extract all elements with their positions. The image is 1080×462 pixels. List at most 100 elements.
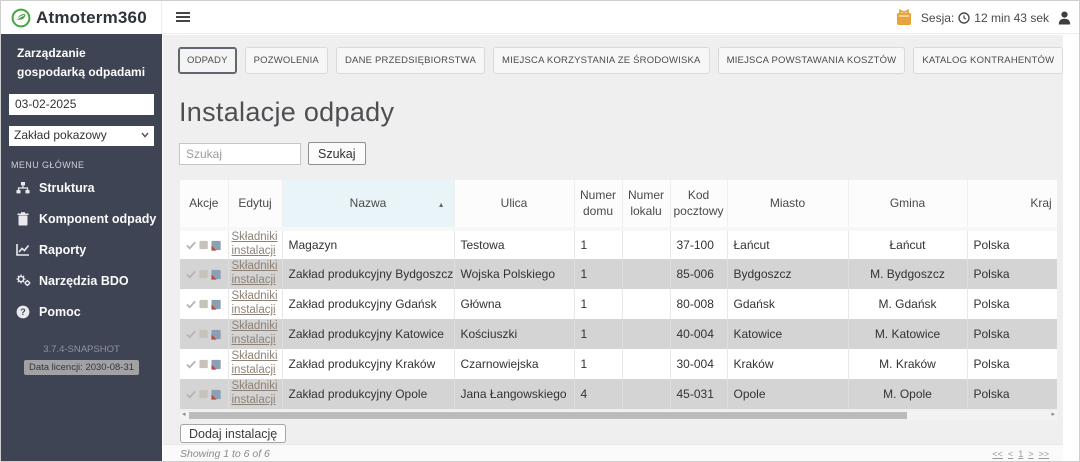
postal-code-cell: 40-004: [670, 319, 727, 349]
tab-miejsca-korzystania-ze-środowiska[interactable]: MIEJSCA KORZYSTANIA ZE ŚRODOWISKA: [493, 47, 710, 74]
pagination-item[interactable]: <: [1008, 449, 1013, 459]
pagination-item[interactable]: >: [1028, 449, 1033, 459]
report-icon[interactable]: [211, 359, 221, 370]
column-header-kod-pocztowy[interactable]: Kod pocztowy: [670, 180, 727, 229]
table-row: Składniki instalacjiZakład produkcyjny K…: [180, 319, 1057, 349]
column-header-gmina[interactable]: Gmina: [848, 180, 967, 229]
report-icon[interactable]: [211, 329, 221, 340]
report-icon[interactable]: [211, 240, 221, 251]
topbar: Sesja: 12 min 43 sek: [163, 1, 1080, 34]
sidebar-item-label: Struktura: [39, 181, 95, 195]
postal-code-cell: 45-031: [670, 379, 727, 409]
scrollbar-thumb[interactable]: [189, 412, 907, 419]
session-save-icon[interactable]: [896, 9, 912, 26]
svg-text:?: ?: [20, 307, 26, 317]
report-icon[interactable]: [211, 269, 221, 280]
table-row: Składniki instalacjiMagazynTestowa137-10…: [180, 229, 1057, 259]
street-cell: Czarnowiejska: [454, 349, 574, 379]
commune-cell: M. Kraków: [848, 349, 967, 379]
tab-katalog-kontrahentów[interactable]: KATALOG KONTRAHENTÓW: [913, 47, 1063, 74]
chevron-down-icon: [141, 132, 149, 138]
menu-section-label: MENU GŁÓWNE: [11, 160, 162, 170]
user-icon[interactable]: [1058, 11, 1071, 25]
plant-select[interactable]: Zakład pokazowy: [9, 126, 154, 146]
tab-miejsca-powstawania-kosztów[interactable]: MIEJSCA POWSTAWANIA KOSZTÓW: [718, 47, 906, 74]
document-icon[interactable]: [199, 329, 208, 339]
report-icon[interactable]: [211, 389, 221, 400]
search-button[interactable]: Szukaj: [308, 142, 366, 165]
column-header-ulica[interactable]: Ulica: [454, 180, 574, 229]
app-window: Atmoterm360 Zarządzanie gospodarką odpad…: [0, 0, 1080, 462]
report-icon[interactable]: [211, 299, 221, 310]
pagination-item[interactable]: <<: [992, 449, 1003, 459]
tab-pozwolenia[interactable]: POZWOLENIA: [245, 47, 328, 74]
house-number-cell: 1: [574, 259, 622, 289]
approve-check-icon[interactable]: [186, 390, 196, 399]
installation-components-link[interactable]: Składniki instalacji: [232, 350, 279, 378]
country-cell: Polska: [967, 259, 1057, 289]
unit-number-cell: [622, 229, 670, 259]
pagination-item[interactable]: >>: [1038, 449, 1049, 459]
column-header-numer-lokalu[interactable]: Numer lokalu: [622, 180, 670, 229]
column-header-akcje[interactable]: Akcje: [180, 180, 228, 229]
installation-components-link[interactable]: Składniki instalacji: [232, 380, 279, 408]
house-number-cell: 1: [574, 289, 622, 319]
approve-check-icon[interactable]: [186, 270, 196, 279]
chart-icon: [15, 242, 31, 258]
actions-cell: [180, 379, 228, 409]
logo: Atmoterm360: [1, 1, 162, 34]
hamburger-menu-icon[interactable]: [176, 12, 190, 24]
house-number-cell: 1: [574, 349, 622, 379]
city-cell: Gdańsk: [727, 289, 848, 319]
document-icon[interactable]: [199, 359, 208, 369]
module-tabs: ODPADY POZWOLENIA DANE PRZEDSIĘBIORSTWA MIE…: [178, 47, 1063, 74]
gears-icon: [15, 273, 31, 289]
unit-number-cell: [622, 379, 670, 409]
tab-odpady[interactable]: ODPADY: [178, 47, 237, 74]
column-header-nazwa[interactable]: Nazwa▲: [282, 180, 454, 229]
postal-code-cell: 37-100: [670, 229, 727, 259]
installation-components-link[interactable]: Składniki instalacji: [232, 231, 279, 259]
session-timer: Sesja: 12 min 43 sek: [921, 11, 1049, 25]
pagination-item[interactable]: 1: [1018, 449, 1023, 459]
search-input[interactable]: [179, 143, 301, 165]
installation-components-link[interactable]: Składniki instalacji: [232, 260, 279, 288]
document-icon[interactable]: [199, 389, 208, 399]
approve-check-icon[interactable]: [186, 330, 196, 339]
unit-number-cell: [622, 289, 670, 319]
sidebar-title: Zarządzanie gospodarką odpadami: [1, 34, 147, 82]
document-icon[interactable]: [199, 240, 208, 250]
sidebar-item-raporty[interactable]: Raporty: [1, 234, 162, 265]
column-header-miasto[interactable]: Miasto: [727, 180, 848, 229]
document-icon[interactable]: [199, 299, 208, 309]
scroll-left-arrow-icon[interactable]: ◂: [182, 410, 186, 418]
document-icon[interactable]: [199, 269, 208, 279]
column-header-numer-domu[interactable]: Numer domu: [574, 180, 622, 229]
column-header-edytuj[interactable]: Edytuj: [228, 180, 282, 229]
house-number-cell: 4: [574, 379, 622, 409]
tab-dane-przedsiębiorstwa[interactable]: DANE PRZEDSIĘBIORSTWA: [336, 47, 485, 74]
scroll-right-arrow-icon[interactable]: ▸: [1051, 410, 1055, 418]
showing-info: Showing 1 to 6 of 6: [180, 448, 270, 460]
add-installation-button[interactable]: Dodaj instalację: [180, 424, 286, 443]
sidebar-item-label: Komponent odpady: [39, 212, 156, 226]
installation-components-link[interactable]: Składniki instalacji: [232, 290, 279, 318]
sidebar-item-pomoc[interactable]: ?Pomoc: [1, 296, 162, 327]
approve-check-icon[interactable]: [186, 241, 196, 250]
date-field[interactable]: 03-02-2025: [9, 94, 154, 115]
edit-cell: Składniki instalacji: [228, 289, 282, 319]
approve-check-icon[interactable]: [186, 360, 196, 369]
sidebar-item-narz-dzia-bdo[interactable]: Narzędzia BDO: [1, 265, 162, 296]
sidebar-item-struktura[interactable]: Struktura: [1, 172, 162, 203]
horizontal-scrollbar[interactable]: ◂ ▸: [180, 411, 1057, 420]
column-header-kraj[interactable]: Kraj: [967, 180, 1057, 229]
name-cell: Zakład produkcyjny Opole: [282, 379, 454, 409]
name-cell: Zakład produkcyjny Bydgoszcz: [282, 259, 454, 289]
country-cell: Polska: [967, 289, 1057, 319]
edit-cell: Składniki instalacji: [228, 379, 282, 409]
installation-components-link[interactable]: Składniki instalacji: [232, 320, 279, 348]
help-icon: ?: [15, 304, 31, 320]
sidebar-item-komponent-odpady[interactable]: Komponent odpady: [1, 203, 162, 234]
street-cell: Kościuszki: [454, 319, 574, 349]
approve-check-icon[interactable]: [186, 300, 196, 309]
